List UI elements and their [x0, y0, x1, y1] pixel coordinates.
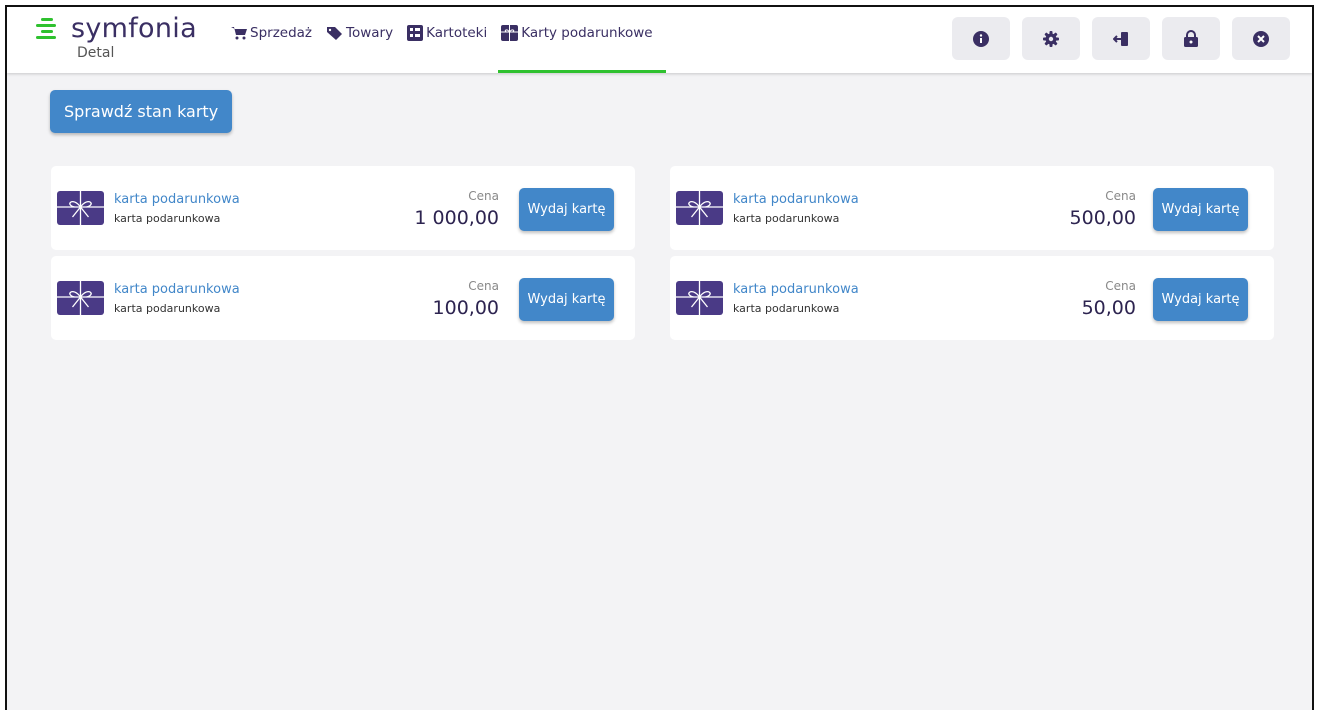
- price-label: Cena: [468, 279, 499, 293]
- gift-card-item: karta podarunkowa karta podarunkowa Cena…: [670, 256, 1274, 340]
- list-icon: [407, 25, 424, 41]
- app-subtitle: Detal: [77, 45, 115, 61]
- logout-icon: [1113, 31, 1128, 46]
- card-subtitle: karta podarunkowa: [114, 212, 221, 225]
- gift-card-icon: [57, 191, 104, 225]
- nav-karty-label: Karty podarunkowe: [521, 25, 653, 41]
- nav-karty-podarunkowe[interactable]: Karty podarunkowe: [498, 7, 666, 73]
- info-icon: [973, 30, 989, 47]
- card-price: 1 000,00: [414, 207, 499, 229]
- close-icon: [1253, 30, 1269, 47]
- gift-card-icon: [676, 281, 723, 315]
- tag-icon: [327, 26, 343, 40]
- symfonia-logo-icon: [36, 17, 56, 39]
- gift-card-icon: [57, 281, 104, 315]
- card-title: karta podarunkowa: [733, 192, 859, 207]
- issue-card-button[interactable]: Wydaj kartę: [1153, 188, 1248, 231]
- app-name: symfonia: [71, 13, 197, 44]
- settings-button[interactable]: [1022, 17, 1080, 60]
- cart-icon: [231, 27, 247, 40]
- settings-icon: [1043, 30, 1059, 47]
- card-title: karta podarunkowa: [114, 192, 240, 207]
- card-subtitle: karta podarunkowa: [114, 302, 221, 315]
- price-label: Cena: [1105, 279, 1136, 293]
- card-price: 500,00: [1069, 207, 1136, 229]
- gift-card-item: karta podarunkowa karta podarunkowa Cena…: [670, 166, 1274, 250]
- card-price: 100,00: [432, 297, 499, 319]
- card-subtitle: karta podarunkowa: [733, 212, 840, 225]
- gift-card-item: karta podarunkowa karta podarunkowa Cena…: [51, 256, 635, 340]
- lock-button[interactable]: [1162, 17, 1220, 60]
- gift-card-item: karta podarunkowa karta podarunkowa Cena…: [51, 166, 635, 250]
- toolbar: [940, 17, 1290, 60]
- nav-sprzedaz[interactable]: Sprzedaż: [231, 7, 312, 73]
- price-label: Cena: [1105, 189, 1136, 203]
- main-nav: Sprzedaż Towary Kartoteki Karty podarunk…: [231, 7, 667, 73]
- card-price: 50,00: [1081, 297, 1136, 319]
- issue-card-button[interactable]: Wydaj kartę: [519, 188, 614, 231]
- gift-card-icon: [501, 25, 519, 41]
- nav-towary[interactable]: Towary: [326, 7, 393, 73]
- logout-button[interactable]: [1092, 17, 1150, 60]
- issue-card-button[interactable]: Wydaj kartę: [1153, 278, 1248, 321]
- logo: symfonia Detal: [35, 13, 197, 61]
- issue-card-button[interactable]: Wydaj kartę: [519, 278, 614, 321]
- close-button[interactable]: [1232, 17, 1290, 60]
- card-title: karta podarunkowa: [114, 282, 240, 297]
- app-window: symfonia Detal Sprzedaż Towary Kartoteki…: [5, 5, 1314, 710]
- top-bar: symfonia Detal Sprzedaż Towary Kartoteki…: [7, 7, 1312, 73]
- lock-icon: [1184, 30, 1198, 47]
- price-label: Cena: [468, 189, 499, 203]
- check-card-balance-button[interactable]: Sprawdź stan karty: [50, 90, 233, 133]
- nav-kartoteki-label: Kartoteki: [426, 25, 488, 41]
- info-button[interactable]: [952, 17, 1010, 60]
- nav-sprzedaz-label: Sprzedaż: [250, 25, 313, 41]
- card-subtitle: karta podarunkowa: [733, 302, 840, 315]
- nav-kartoteki[interactable]: Kartoteki: [407, 7, 487, 73]
- nav-towary-label: Towary: [346, 25, 394, 41]
- gift-card-icon: [676, 191, 723, 225]
- card-title: karta podarunkowa: [733, 282, 859, 297]
